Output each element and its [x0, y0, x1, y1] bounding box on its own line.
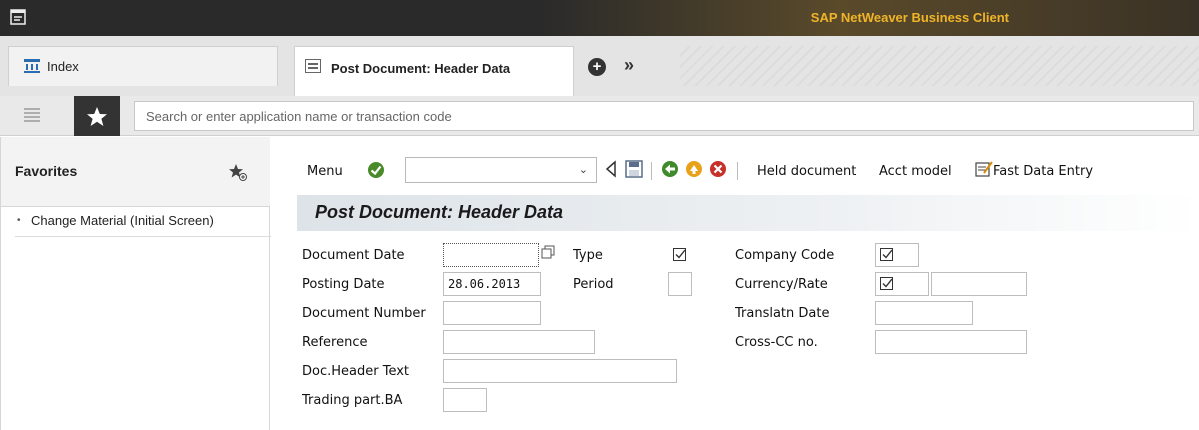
- calendar-help-icon[interactable]: [541, 245, 555, 259]
- toolbar-separator: [737, 162, 738, 180]
- currency-rate-label: Currency/Rate: [735, 277, 828, 292]
- index-icon: [24, 59, 40, 73]
- app-title: SAP NetWeaver Business Client: [810, 10, 1009, 25]
- star-icon: [87, 107, 107, 126]
- company-code-field[interactable]: [875, 243, 919, 267]
- back-triangle-icon[interactable]: [605, 160, 617, 178]
- reference-label: Reference: [302, 335, 368, 350]
- doc-header-text-label: Doc.Header Text: [302, 364, 410, 379]
- posting-date-label: Posting Date: [302, 277, 385, 292]
- doc-header-text-field[interactable]: [443, 359, 677, 383]
- chevron-down-icon: ⌄: [578, 164, 588, 176]
- held-document-button[interactable]: Held document: [757, 164, 856, 179]
- add-tab-icon[interactable]: +: [588, 58, 606, 76]
- more-tabs-icon[interactable]: »: [624, 55, 634, 76]
- cross-cc-no-field[interactable]: [875, 330, 1027, 354]
- document-date-field[interactable]: [443, 243, 539, 267]
- enter-check-icon[interactable]: [367, 161, 385, 179]
- fast-data-entry-icon: [975, 161, 993, 177]
- tab-post-document-label: Post Document: Header Data: [331, 61, 511, 76]
- translatn-date-label: Translatn Date: [735, 306, 830, 321]
- exit-icon[interactable]: [685, 160, 703, 178]
- required-check-icon: [880, 277, 893, 290]
- favorite-item-label: Change Material (Initial Screen): [31, 213, 214, 228]
- page-header: Post Document: Header Data: [297, 195, 1199, 231]
- menu-button[interactable]: Menu: [307, 164, 343, 179]
- favorites-title: Favorites: [15, 163, 78, 179]
- add-favorite-icon[interactable]: [229, 163, 247, 181]
- trading-part-ba-label: Trading part.BA: [302, 393, 403, 408]
- tab-post-document[interactable]: Post Document: Header Data: [294, 46, 574, 96]
- favorites-button[interactable]: [74, 96, 120, 136]
- toolbar-separator: [651, 162, 652, 180]
- back-icon[interactable]: [661, 160, 679, 178]
- reference-field[interactable]: [443, 330, 595, 354]
- command-field-select[interactable]: ⌄: [405, 157, 597, 183]
- favorite-item-change-material[interactable]: • Change Material (Initial Screen): [15, 207, 271, 237]
- tab-row-background: [680, 46, 1199, 86]
- currency-field[interactable]: [875, 272, 929, 296]
- tab-index[interactable]: Index: [8, 46, 278, 86]
- cross-cc-no-label: Cross-CC no.: [735, 335, 818, 350]
- favorites-header: Favorites: [1, 137, 270, 207]
- fast-data-entry-button[interactable]: Fast Data Entry: [993, 164, 1093, 179]
- document-number-label: Document Number: [302, 306, 426, 321]
- transaction-icon: [305, 59, 321, 73]
- trading-part-ba-field[interactable]: [443, 388, 487, 412]
- cancel-icon[interactable]: [709, 160, 727, 178]
- sap-business-client-window: SAP NetWeaver Business Client Index Post…: [0, 0, 1199, 430]
- acct-model-button[interactable]: Acct model: [879, 164, 952, 179]
- list-view-icon[interactable]: [22, 106, 42, 126]
- save-icon[interactable]: [625, 160, 643, 178]
- favorites-sidebar: Favorites • Change Material (Initial Scr…: [0, 137, 271, 430]
- search-input[interactable]: [134, 101, 1194, 131]
- search-row: [0, 96, 1199, 136]
- translatn-date-field[interactable]: [875, 301, 973, 325]
- page-title: Post Document: Header Data: [315, 202, 564, 222]
- window-menu-icon[interactable]: [10, 9, 26, 25]
- posting-date-field[interactable]: 28.06.2013: [443, 272, 541, 296]
- type-label: Type: [573, 248, 603, 263]
- document-number-field[interactable]: [443, 301, 541, 325]
- required-check-icon[interactable]: [673, 248, 687, 262]
- company-code-label: Company Code: [735, 248, 835, 263]
- period-field[interactable]: [668, 272, 692, 296]
- title-bar: SAP NetWeaver Business Client: [0, 0, 1199, 36]
- document-date-label: Document Date: [302, 248, 405, 263]
- tab-index-label: Index: [47, 59, 79, 74]
- required-check-icon: [880, 248, 893, 261]
- bullet-icon: •: [17, 215, 21, 226]
- exchange-rate-field[interactable]: [931, 272, 1027, 296]
- tab-row: Index Post Document: Header Data + »: [0, 36, 1199, 96]
- period-label: Period: [573, 277, 614, 292]
- main-content: Menu ⌄ Held document Acct model Fast Dat…: [271, 137, 1199, 430]
